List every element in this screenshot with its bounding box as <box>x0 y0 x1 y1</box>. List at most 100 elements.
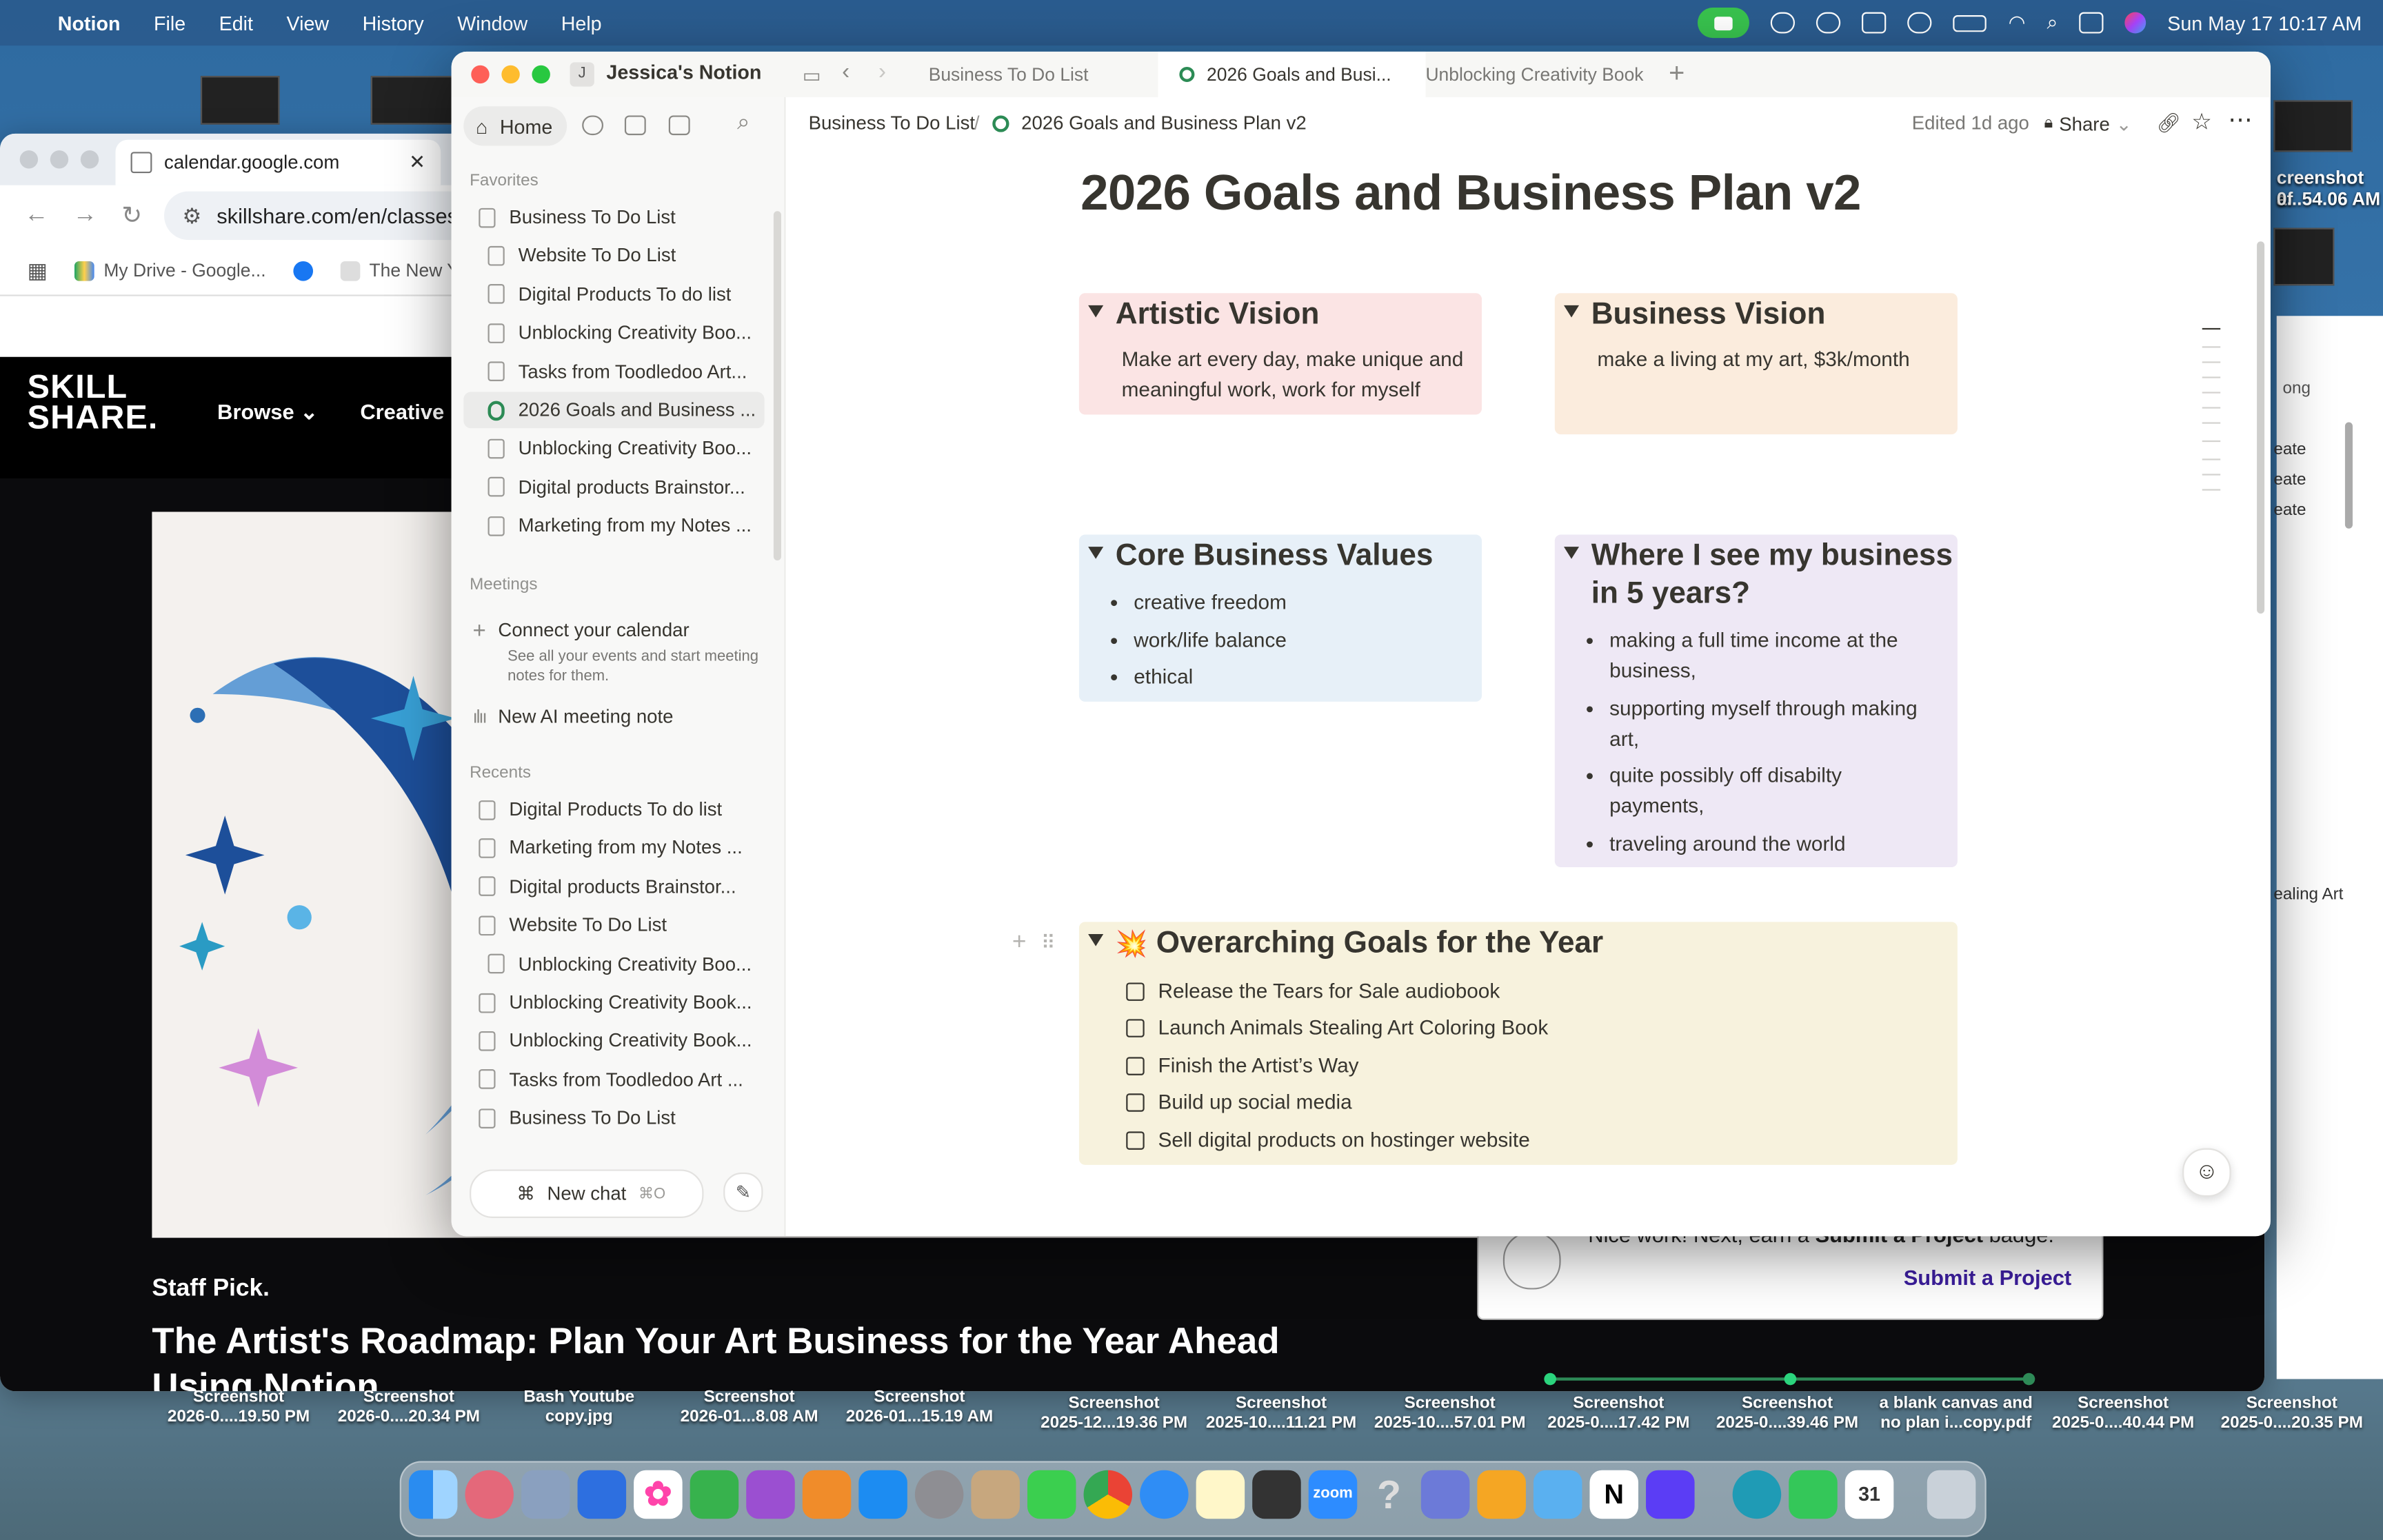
phone-icon[interactable] <box>1789 1470 1838 1519</box>
todo-item[interactable]: Finish the Artist’s Way <box>1126 1054 1359 1077</box>
share-button[interactable]: 🔒︎ Share ⌄ <box>2044 112 2132 135</box>
search-icon[interactable]: ⌕ <box>2047 10 2058 34</box>
window-thumbnail[interactable] <box>2273 100 2353 152</box>
toc-line[interactable] <box>2202 392 2221 394</box>
desktop-file[interactable]: Screenshot 2025-10....11.21 PM <box>1198 1395 1365 1434</box>
sidebar-favorite-item[interactable]: Digital Products To do list <box>463 276 764 313</box>
desktop-file[interactable]: Screenshot 2025-0....20.35 PM <box>2209 1395 2375 1434</box>
back-icon[interactable]: ‹ <box>842 59 849 85</box>
breadcrumb-current[interactable]: 2026 Goals and Business Plan v2 <box>992 112 1307 134</box>
books-icon[interactable] <box>802 1470 852 1519</box>
numbers-icon[interactable] <box>690 1470 739 1519</box>
desktop-file[interactable]: a blank canvas and no plan i...copy.pdf <box>1872 1395 2039 1434</box>
back-icon[interactable]: ← <box>24 202 48 230</box>
toc-line[interactable] <box>2202 376 2221 378</box>
window-thumbnail[interactable] <box>2273 227 2335 286</box>
star-icon[interactable]: ☆ <box>2191 108 2212 135</box>
toc-line[interactable] <box>2202 458 2221 460</box>
window-thumbnail[interactable] <box>370 76 453 125</box>
list-item[interactable]: quite possibly off disabilty payments, <box>1609 761 1931 822</box>
checkbox[interactable] <box>1126 1131 1145 1149</box>
artistic-vision-card[interactable]: Artistic Vision Make art every day, make… <box>1078 293 1482 415</box>
tab-2026-goals[interactable]: 2026 Goals and Busi... <box>1158 51 1426 98</box>
reload-icon[interactable]: ↻ <box>121 201 142 231</box>
connect-calendar-button[interactable]: + Connect your calendar <box>463 612 764 649</box>
toggle-arrow-icon[interactable] <box>1564 547 1580 559</box>
desktop-file[interactable]: Screenshot 2025-0....39.46 PM <box>1704 1395 1871 1434</box>
play-icon[interactable] <box>1908 12 1933 34</box>
minimize-window-button[interactable] <box>50 150 69 169</box>
sidebar-favorite-item[interactable]: Business To Do List <box>463 199 764 236</box>
battery-icon[interactable] <box>1953 14 1987 32</box>
edited-timestamp[interactable]: Edited 1d ago <box>1912 112 2029 134</box>
chrome-icon[interactable] <box>1083 1470 1133 1519</box>
contacts-icon[interactable] <box>971 1470 1020 1519</box>
sidebar-recent-item[interactable]: Unblocking Creativity Boo... <box>463 946 764 982</box>
five-years-card[interactable]: Where I see my business in 5 years? maki… <box>1554 534 1958 868</box>
list-item[interactable]: work/life balance <box>1134 625 1447 656</box>
grammarly-icon[interactable] <box>1816 12 1842 34</box>
notion-ai-button[interactable]: ☺ <box>2182 1148 2231 1197</box>
creative-menu[interactable]: Creative <box>360 399 444 423</box>
sidebar-favorite-item[interactable]: 2026 Goals and Business ... <box>463 392 765 429</box>
sidebar-recent-item[interactable]: Unblocking Creativity Book... <box>463 984 764 1021</box>
menu-view[interactable]: View <box>287 12 330 34</box>
home-button[interactable]: ⌂ Home <box>463 106 567 146</box>
desktop-file[interactable]: Screenshot 2025-0....40.44 PM <box>2040 1395 2206 1434</box>
close-window-button[interactable] <box>471 65 490 84</box>
toc-line[interactable] <box>2202 489 2221 491</box>
sidebar-favorite-item[interactable]: Digital products Brainstor... <box>463 469 764 505</box>
business-vision-card[interactable]: Business Vision make a living at my art,… <box>1554 293 1958 435</box>
new-chat-button[interactable]: ⌘ New chat ⌘O <box>470 1169 704 1218</box>
goals-card[interactable]: 💥 Overarching Goals for the Year Release… <box>1078 922 1958 1165</box>
desktop-file[interactable]: Screenshot 2025-0....17.42 PM <box>1535 1395 1702 1434</box>
pages-icon[interactable] <box>1477 1470 1526 1519</box>
bookmark-facebook[interactable] <box>293 260 313 281</box>
checkbox[interactable] <box>1126 1093 1145 1111</box>
sidebar-recent-item[interactable]: Website To Do List <box>463 907 764 944</box>
siri-icon[interactable] <box>2124 12 2146 34</box>
bookmark-nytimes[interactable]: The New Y <box>340 260 459 281</box>
strip-scrollbar[interactable] <box>2344 422 2353 529</box>
new-tab-icon[interactable]: + <box>1669 58 1685 90</box>
toc-line[interactable] <box>2202 327 2221 330</box>
desktop-file[interactable]: Screenshot 2025-12...19.36 PM <box>1030 1395 1197 1434</box>
desktop-file[interactable]: Bash Youtube copy.jpg <box>496 1388 663 1428</box>
todo-item[interactable]: Release the Tears for Sale audiobook <box>1126 980 1500 1002</box>
app-store-icon[interactable] <box>858 1470 907 1519</box>
todo-item[interactable]: Launch Animals Stealing Art Coloring Boo… <box>1126 1016 1548 1039</box>
system-settings-icon[interactable] <box>914 1470 964 1519</box>
sidebar-toggle-icon[interactable]: ▭ <box>803 64 821 88</box>
disk-utility-icon[interactable] <box>1533 1470 1582 1519</box>
strip-item[interactable]: eate <box>2273 471 2306 489</box>
desktop-file[interactable]: Screenshot 2026-01...8.08 AM <box>665 1388 832 1428</box>
strip-item[interactable]: eate <box>2273 440 2306 458</box>
wifi-icon[interactable]: ◠ <box>2009 10 2026 34</box>
window-thumbnail[interactable] <box>200 76 280 125</box>
inbox-icon[interactable] <box>668 115 690 136</box>
apps-grid-icon[interactable]: ▦ <box>28 257 48 283</box>
class-title[interactable]: The Artist's Roadmap: Plan Your Art Busi… <box>152 1321 1520 1391</box>
sidebar-recent-item[interactable]: Digital products Brainstor... <box>463 869 764 905</box>
sidebar-favorite-item[interactable]: Tasks from Toodledoo Art... <box>463 353 764 389</box>
sidebar-recent-item[interactable]: Tasks from Toodledoo Art ... <box>463 1062 764 1098</box>
menu-window[interactable]: Window <box>457 12 527 34</box>
list-item[interactable]: creative freedom <box>1134 588 1447 618</box>
site-settings-icon[interactable]: ⚙ <box>182 203 201 228</box>
core-values-card[interactable]: Core Business Values creative freedom wo… <box>1078 534 1482 702</box>
sidebar-scrollbar[interactable] <box>773 211 781 560</box>
search-icon[interactable]: ⌕ <box>737 110 750 135</box>
compose-icon[interactable]: ✎ <box>723 1172 763 1213</box>
drag-handle-icon[interactable]: ⠿ <box>1041 931 1056 955</box>
strip-bottom-label[interactable]: ealing Art <box>2273 885 2343 903</box>
toc-line[interactable] <box>2202 422 2221 424</box>
toc-line[interactable] <box>2202 440 2221 443</box>
toggle-arrow-icon[interactable] <box>1088 933 1104 946</box>
podcasts-icon[interactable] <box>746 1470 795 1519</box>
menu-help[interactable]: Help <box>561 12 602 34</box>
close-tab-icon[interactable]: ✕ <box>409 150 425 174</box>
trash-icon[interactable] <box>1927 1470 1976 1519</box>
toc-line[interactable] <box>2202 474 2221 476</box>
preview-icon[interactable] <box>1420 1470 1470 1519</box>
menu-history[interactable]: History <box>363 12 424 34</box>
